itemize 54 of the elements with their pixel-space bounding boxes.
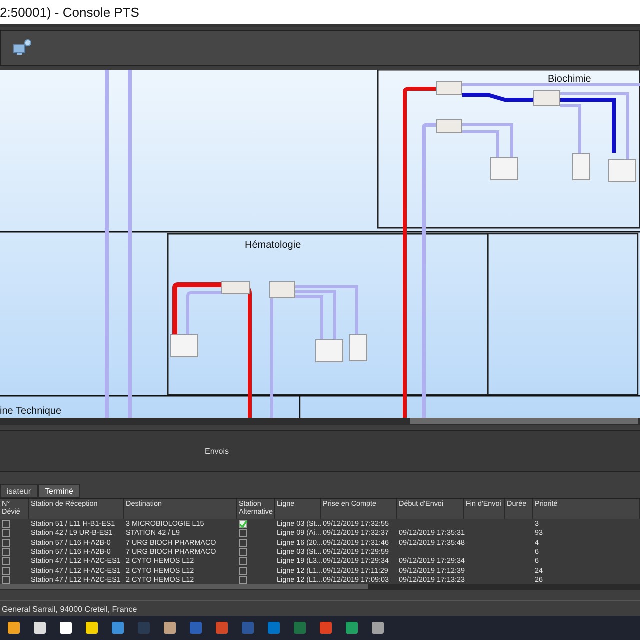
checkbox[interactable] [239, 548, 247, 556]
checkbox[interactable] [239, 520, 247, 528]
app-icon[interactable] [372, 622, 384, 634]
scrollbar-thumb[interactable] [0, 584, 368, 590]
app-icon[interactable] [34, 622, 46, 634]
app-icon[interactable] [294, 622, 306, 634]
checkbox[interactable] [239, 529, 247, 538]
switch-box [222, 282, 250, 294]
station-box [350, 334, 368, 362]
app-icon[interactable] [268, 622, 280, 634]
tube-line [186, 292, 223, 335]
window-title: 2:50001) - Console PTS [0, 4, 140, 20]
checkbox[interactable] [239, 576, 247, 584]
switch-box [270, 282, 296, 298]
tube-line [172, 282, 223, 335]
tube-line [462, 124, 514, 158]
checkbox[interactable] [2, 548, 10, 556]
app-icon[interactable] [8, 622, 20, 634]
checkbox[interactable] [2, 538, 10, 547]
app-icon[interactable] [164, 622, 176, 634]
station-box [490, 158, 518, 180]
app-icon[interactable] [86, 622, 98, 634]
tab[interactable]: Terminé [38, 484, 80, 498]
room-label: Biochimie [548, 74, 592, 85]
app-icon[interactable] [190, 622, 202, 634]
station-box [170, 334, 198, 358]
station-box [572, 154, 590, 180]
app-icon[interactable] [346, 622, 358, 634]
address-text: General Sarrail, 94000 Creteil, France [2, 604, 138, 614]
room-label: ine Technique [0, 406, 62, 417]
app-icon[interactable] [242, 622, 254, 634]
tab[interactable]: isateur [0, 484, 38, 498]
room-label: Hématologie [245, 240, 302, 251]
station-box [316, 340, 344, 362]
switch-box [436, 82, 462, 96]
checkbox[interactable] [239, 566, 247, 575]
scrollbar-thumb[interactable] [410, 418, 638, 424]
checkbox[interactable] [239, 538, 247, 547]
app-icon[interactable] [60, 622, 72, 634]
computer-gear-icon[interactable] [13, 39, 33, 57]
checkbox[interactable] [2, 529, 10, 538]
checkbox[interactable] [239, 557, 247, 566]
switch-box [436, 120, 462, 134]
app-icon[interactable] [320, 622, 332, 634]
checkbox[interactable] [2, 566, 10, 575]
app-icon[interactable] [216, 622, 228, 634]
checkbox[interactable] [2, 520, 10, 528]
checkbox[interactable] [2, 576, 10, 584]
checkbox[interactable] [2, 557, 10, 566]
tube-line [462, 93, 534, 102]
switch-box [534, 90, 560, 106]
panel-title: Envois [205, 446, 230, 456]
station-box [608, 160, 636, 182]
app-icon[interactable] [112, 622, 124, 634]
